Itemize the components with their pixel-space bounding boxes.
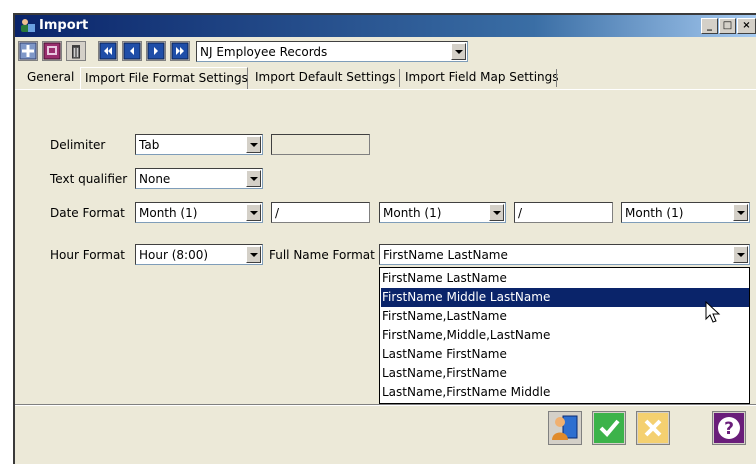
delimiter-label: Delimiter xyxy=(50,138,106,152)
import-person-icon xyxy=(552,415,578,440)
chevron-down-icon[interactable] xyxy=(246,136,261,153)
chevron-down-icon[interactable] xyxy=(246,246,261,263)
dropdown-option[interactable]: LastName,FirstName Middle xyxy=(381,383,749,402)
last-record-button[interactable] xyxy=(170,41,190,61)
date-separator2-field[interactable]: / xyxy=(514,202,613,223)
tab-general[interactable]: General xyxy=(23,67,78,89)
full-name-format-select[interactable]: FirstName LastName xyxy=(379,244,750,265)
plus-icon xyxy=(19,42,37,60)
tab-import-default-settings[interactable]: Import Default Settings xyxy=(251,67,400,89)
ok-button[interactable] xyxy=(592,411,626,445)
tab-strip: General Import File Format Settings Impo… xyxy=(15,67,756,90)
svg-text:?: ? xyxy=(724,419,734,439)
chevron-down-icon[interactable] xyxy=(246,170,261,187)
date-format-part3-select[interactable]: Month (1) xyxy=(621,202,750,223)
last-icon xyxy=(171,42,189,60)
full-name-format-label: Full Name Format xyxy=(269,248,375,262)
chevron-down-icon[interactable] xyxy=(451,43,466,60)
full-name-format-dropdown: FirstName LastName FirstName Middle Last… xyxy=(379,267,750,404)
tab-import-file-format-settings[interactable]: Import File Format Settings xyxy=(80,67,248,89)
help-button[interactable]: ? xyxy=(712,411,746,445)
tab-panel-border xyxy=(15,89,756,90)
previous-icon xyxy=(123,42,141,60)
chevron-down-icon[interactable] xyxy=(733,204,748,221)
date-format-label: Date Format xyxy=(50,206,125,220)
record-select-value: NJ Employee Records xyxy=(200,45,328,59)
record-select[interactable]: NJ Employee Records xyxy=(196,41,468,62)
chevron-down-icon[interactable] xyxy=(733,246,748,263)
delimiter-select[interactable]: Tab xyxy=(135,134,263,155)
first-icon xyxy=(99,42,117,60)
cancel-x-icon xyxy=(638,413,668,443)
next-record-button[interactable] xyxy=(146,41,166,61)
dropdown-option-highlighted[interactable]: FirstName Middle LastName xyxy=(381,288,749,307)
dropdown-option[interactable]: LastName FirstName xyxy=(381,345,749,364)
window-title: Import xyxy=(39,18,89,33)
full-name-format-value: FirstName LastName xyxy=(383,248,508,262)
date-separator1-field[interactable]: / xyxy=(271,202,370,223)
next-icon xyxy=(147,42,165,60)
dropdown-option[interactable]: FirstName,LastName xyxy=(381,307,749,326)
footer-divider xyxy=(15,405,756,406)
hour-format-select[interactable]: Hour (8:00) xyxy=(135,244,263,265)
delete-record-button[interactable] xyxy=(66,41,86,61)
text-qualifier-value: None xyxy=(139,172,171,186)
close-button[interactable]: × xyxy=(737,18,756,34)
delimiter-value: Tab xyxy=(139,138,160,152)
save-icon xyxy=(43,42,61,60)
import-app-icon xyxy=(21,19,35,32)
add-record-button[interactable] xyxy=(18,41,38,61)
dropdown-option[interactable]: FirstName LastName xyxy=(381,269,749,288)
minimize-button[interactable]: _ xyxy=(701,18,718,34)
first-record-button[interactable] xyxy=(98,41,118,61)
tab-separator xyxy=(556,69,557,87)
date-format-part2-select[interactable]: Month (1) xyxy=(379,202,506,223)
text-qualifier-select[interactable]: None xyxy=(135,168,263,189)
dropdown-option[interactable]: FirstName,Middle,LastName xyxy=(381,326,749,345)
tab-separator xyxy=(399,69,400,87)
previous-record-button[interactable] xyxy=(122,41,142,61)
hour-format-value: Hour (8:00) xyxy=(139,248,209,262)
text-qualifier-label: Text qualifier xyxy=(50,172,128,186)
dropdown-option[interactable]: LastName,FirstName xyxy=(381,364,749,383)
maximize-button[interactable]: □ xyxy=(719,18,736,34)
cancel-button[interactable] xyxy=(636,411,670,445)
save-record-button[interactable] xyxy=(42,41,62,61)
chevron-down-icon[interactable] xyxy=(246,204,261,221)
import-button[interactable] xyxy=(548,411,582,445)
date-format-part1-select[interactable]: Month (1) xyxy=(135,202,263,223)
tab-import-field-map-settings[interactable]: Import Field Map Settings xyxy=(401,67,563,89)
hour-format-label: Hour Format xyxy=(50,248,126,262)
title-bar[interactable]: Import _ □ × xyxy=(15,15,756,37)
import-window: Import _ □ × NJ Employee Records General… xyxy=(13,13,756,464)
delimiter-other-field xyxy=(271,134,370,155)
chevron-down-icon[interactable] xyxy=(489,204,504,221)
help-icon: ? xyxy=(714,413,744,443)
mouse-cursor-icon xyxy=(705,301,721,323)
trash-icon xyxy=(72,45,80,59)
check-icon xyxy=(594,413,624,443)
